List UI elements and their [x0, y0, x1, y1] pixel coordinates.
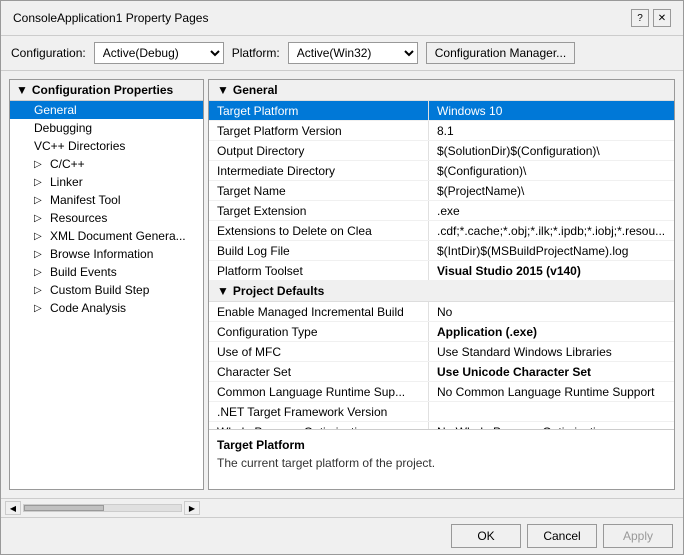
platform-label: Platform: — [232, 46, 280, 60]
section-expand-icon: ▼ — [217, 83, 229, 97]
prop-name-output-directory: Output Directory — [209, 141, 429, 160]
left-panel: ▼ Configuration Properties General Debug… — [9, 79, 204, 490]
sidebar-item-resources[interactable]: ▷Resources — [10, 209, 203, 227]
prop-name-config-type: Configuration Type — [209, 322, 429, 341]
prop-name-platform-toolset: Platform Toolset — [209, 261, 429, 280]
prop-value-build-log: $(IntDir)$(MSBuildProjectName).log — [429, 241, 674, 260]
prop-row-target-extension[interactable]: Target Extension .exe — [209, 201, 674, 221]
horizontal-scrollbar[interactable] — [23, 504, 182, 512]
prop-row-output-directory[interactable]: Output Directory $(SolutionDir)$(Configu… — [209, 141, 674, 161]
sidebar-item-build-events[interactable]: ▷Build Events — [10, 263, 203, 281]
info-title: Target Platform — [217, 438, 666, 452]
sidebar-item-browse-information[interactable]: ▷Browse Information — [10, 245, 203, 263]
cancel-button[interactable]: Cancel — [527, 524, 597, 548]
project-defaults-label: Project Defaults — [233, 284, 324, 298]
prop-value-intermediate-directory: $(Configuration)\ — [429, 161, 674, 180]
right-panel: ▼ General Target Platform Windows 10 Tar… — [208, 79, 675, 490]
sidebar-item-c-cpp[interactable]: ▷C/C++ — [10, 155, 203, 173]
prop-value-target-extension: .exe — [429, 201, 674, 220]
sidebar-item-code-analysis[interactable]: ▷Code Analysis — [10, 299, 203, 317]
dialog-title: ConsoleApplication1 Property Pages — [13, 11, 208, 25]
tree-section-header: ▼ Configuration Properties — [10, 80, 203, 101]
prop-name-target-extension: Target Extension — [209, 201, 429, 220]
scroll-right-arrow[interactable]: ▶ — [184, 501, 200, 515]
project-defaults-section-header: ▼ Project Defaults — [209, 281, 674, 302]
prop-row-whole-program[interactable]: Whole Program Optimization No Whole Prog… — [209, 422, 674, 429]
sidebar-item-debugging[interactable]: Debugging — [10, 119, 203, 137]
prop-name-build-log: Build Log File — [209, 241, 429, 260]
prop-row-build-log[interactable]: Build Log File $(IntDir)$(MSBuildProject… — [209, 241, 674, 261]
prop-row-use-mfc[interactable]: Use of MFC Use Standard Windows Librarie… — [209, 342, 674, 362]
prop-name-target-platform-version: Target Platform Version — [209, 121, 429, 140]
sidebar-item-vc-directories[interactable]: VC++ Directories — [10, 137, 203, 155]
ok-button[interactable]: OK — [451, 524, 521, 548]
prop-value-config-type: Application (.exe) — [429, 322, 674, 341]
prop-row-clr-support[interactable]: Common Language Runtime Sup... No Common… — [209, 382, 674, 402]
prop-row-net-target[interactable]: .NET Target Framework Version — [209, 402, 674, 422]
prop-row-platform-toolset[interactable]: Platform Toolset Visual Studio 2015 (v14… — [209, 261, 674, 281]
title-bar-buttons: ? ✕ — [631, 9, 671, 27]
prop-name-target-name: Target Name — [209, 181, 429, 200]
info-panel: Target Platform The current target platf… — [209, 429, 674, 489]
prop-name-target-platform: Target Platform — [209, 101, 429, 120]
prop-value-character-set: Use Unicode Character Set — [429, 362, 674, 381]
prop-row-config-type[interactable]: Configuration Type Application (.exe) — [209, 322, 674, 342]
prop-value-target-platform-version: 8.1 — [429, 121, 674, 140]
prop-value-extensions-delete: .cdf;*.cache;*.obj;*.ilk;*.ipdb;*.iobj;*… — [429, 221, 674, 240]
prop-value-enable-managed: No — [429, 302, 674, 321]
sidebar-item-general[interactable]: General — [10, 101, 203, 119]
sidebar-item-manifest-tool[interactable]: ▷Manifest Tool — [10, 191, 203, 209]
scrollbar-row: ◀ ▶ — [1, 498, 683, 517]
prop-row-extensions-delete[interactable]: Extensions to Delete on Clea .cdf;*.cach… — [209, 221, 674, 241]
apply-button[interactable]: Apply — [603, 524, 673, 548]
configuration-select[interactable]: Active(Debug) — [94, 42, 224, 64]
prop-name-whole-program: Whole Program Optimization — [209, 422, 429, 429]
title-bar: ConsoleApplication1 Property Pages ? ✕ — [1, 1, 683, 36]
prop-value-target-platform: Windows 10 — [429, 101, 674, 120]
general-section-label: General — [233, 83, 278, 97]
prop-value-clr-support: No Common Language Runtime Support — [429, 382, 674, 401]
prop-row-intermediate-directory[interactable]: Intermediate Directory $(Configuration)\ — [209, 161, 674, 181]
prop-row-target-name[interactable]: Target Name $(ProjectName)\ — [209, 181, 674, 201]
main-content: ▼ Configuration Properties General Debug… — [1, 71, 683, 498]
configuration-manager-button[interactable]: Configuration Manager... — [426, 42, 575, 64]
prop-name-enable-managed: Enable Managed Incremental Build — [209, 302, 429, 321]
prop-name-extensions-delete: Extensions to Delete on Clea — [209, 221, 429, 240]
info-description: The current target platform of the proje… — [217, 456, 666, 470]
prop-value-net-target — [429, 402, 674, 421]
prop-row-enable-managed[interactable]: Enable Managed Incremental Build No — [209, 302, 674, 322]
prop-value-use-mfc: Use Standard Windows Libraries — [429, 342, 674, 361]
toolbar: Configuration: Active(Debug) Platform: A… — [1, 36, 683, 71]
prop-name-net-target: .NET Target Framework Version — [209, 402, 429, 421]
prop-name-intermediate-directory: Intermediate Directory — [209, 161, 429, 180]
close-button[interactable]: ✕ — [653, 9, 671, 27]
prop-name-character-set: Character Set — [209, 362, 429, 381]
prop-row-target-platform[interactable]: Target Platform Windows 10 — [209, 101, 674, 121]
general-section-header: ▼ General — [209, 80, 674, 101]
footer: OK Cancel Apply — [1, 517, 683, 554]
prop-row-character-set[interactable]: Character Set Use Unicode Character Set — [209, 362, 674, 382]
sidebar-item-xml-document[interactable]: ▷XML Document Genera... — [10, 227, 203, 245]
scroll-left-arrow[interactable]: ◀ — [5, 501, 21, 515]
sidebar-item-linker[interactable]: ▷Linker — [10, 173, 203, 191]
section-expand-icon-2: ▼ — [217, 284, 229, 298]
prop-value-target-name: $(ProjectName)\ — [429, 181, 674, 200]
config-label: Configuration: — [11, 46, 86, 60]
property-table: ▼ General Target Platform Windows 10 Tar… — [209, 80, 674, 429]
prop-value-platform-toolset: Visual Studio 2015 (v140) — [429, 261, 674, 280]
prop-row-target-platform-version[interactable]: Target Platform Version 8.1 — [209, 121, 674, 141]
platform-select[interactable]: Active(Win32) — [288, 42, 418, 64]
prop-name-use-mfc: Use of MFC — [209, 342, 429, 361]
sidebar-item-custom-build-step[interactable]: ▷Custom Build Step — [10, 281, 203, 299]
prop-value-whole-program: No Whole Program Optimization — [429, 422, 674, 429]
help-button[interactable]: ? — [631, 9, 649, 27]
prop-name-clr-support: Common Language Runtime Sup... — [209, 382, 429, 401]
expand-icon: ▼ — [16, 83, 28, 97]
property-pages-dialog: ConsoleApplication1 Property Pages ? ✕ C… — [0, 0, 684, 555]
prop-value-output-directory: $(SolutionDir)$(Configuration)\ — [429, 141, 674, 160]
